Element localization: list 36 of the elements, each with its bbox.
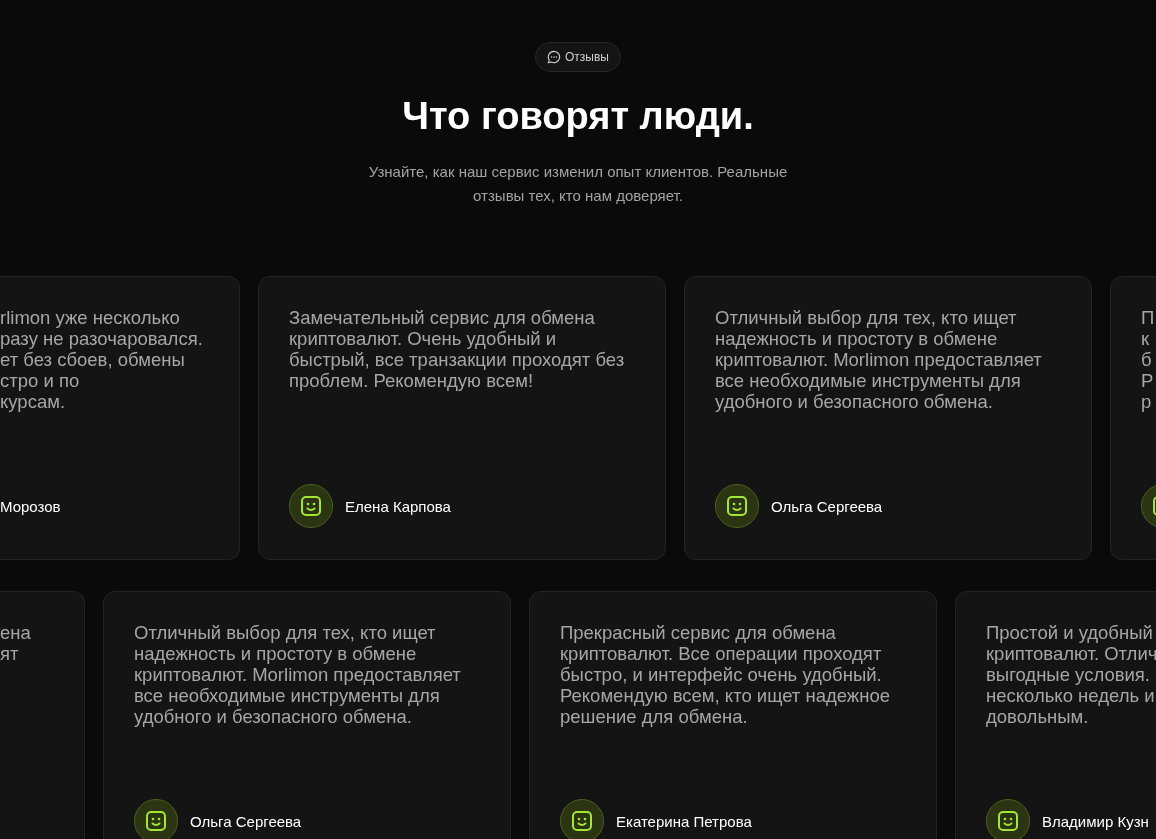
review-text: Отличный выбор для тех, кто ищет надежность и простоту в обмене криптовалют. Morlimon предоставляет все необходимые инструменты для удобного и безопасного обмена. (134, 622, 462, 727)
smiley-avatar-icon (289, 484, 333, 528)
review-text-line: ят (0, 643, 19, 664)
review-text-line: rlimon уже несколько (0, 307, 180, 328)
smiley-avatar-icon (560, 799, 604, 839)
section-title: Что говорят люди. (402, 94, 754, 139)
review-text-line: к (1141, 328, 1150, 349)
review-text: Отличный выбор для тех, кто ищет надежность и простоту в обмене криптовалют. Morlimon предоставляет все необходимые инструменты для удобного и безопасного обмена. (715, 307, 1043, 412)
review-text-line: разу не разочаровался. (0, 328, 203, 349)
review-text-line: Р (1141, 370, 1154, 391)
smiley-avatar-icon (715, 484, 759, 528)
author-name: Екатерина Петрова (616, 812, 752, 830)
review-text-line: стро и по (0, 370, 80, 391)
author-name: Ольга Сергеева (771, 497, 883, 515)
chat-bubble-icon (547, 50, 561, 64)
smiley-avatar-icon (134, 799, 178, 839)
section-subtitle: Узнайте, как наш сервис изменил опыт клиентов. Реальные отзывы тех, кто нам доверяет. (367, 162, 789, 206)
review-text-line: ет без сбоев, обмены (0, 349, 185, 370)
review-text-line: довольным. (986, 706, 1089, 727)
badge-label: Отзывы (565, 50, 609, 64)
author-name: Владимир Кузн (1042, 812, 1149, 830)
review-text-line: выгодные условия. (986, 664, 1150, 685)
author-name: Ольга Сергеева (190, 812, 302, 830)
author-name: Елена Карпова (345, 497, 451, 515)
author-name: Морозов (0, 497, 61, 515)
review-text-line: б (1141, 349, 1152, 370)
smiley-avatar-icon (986, 799, 1030, 839)
review-text-line: несколько недель и (986, 685, 1155, 706)
review-text-line: курсам. (0, 391, 66, 412)
review-text: Замечательный сервис для обмена криптовалют. Очень удобный и быстрый, все транзакции проходят без проблем. Рекомендую всем! (289, 307, 626, 391)
review-text-line: Простой и удобный (986, 622, 1153, 643)
review-text: Прекрасный сервис для обмена криптовалют. Все операции проходят быстро, и интерфейс очень удобный. Рекомендую всем, кто ищет надежное решение для обмена. (560, 622, 892, 727)
review-text-line: р (1141, 391, 1152, 412)
review-text-line: П (1141, 307, 1155, 328)
review-text-line: ена (0, 622, 31, 643)
review-text-line: криптовалют. Отлич (986, 643, 1156, 664)
